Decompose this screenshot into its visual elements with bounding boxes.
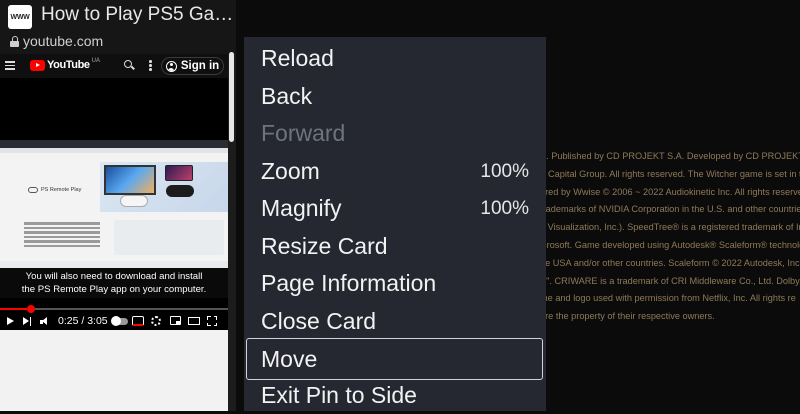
more-options-icon[interactable] — [149, 60, 152, 72]
fullscreen-icon[interactable] — [207, 316, 217, 326]
legal-line: me and logo used with permission from Ne… — [540, 293, 796, 304]
play-icon[interactable] — [7, 317, 14, 325]
hamburger-menu-icon[interactable] — [5, 61, 15, 70]
menu-item-label: Close Card — [261, 308, 377, 334]
diagram-image — [114, 220, 224, 255]
menu-item-move[interactable]: Move — [246, 338, 543, 380]
menu-item-zoom[interactable]: Zoom 100% — [244, 153, 546, 190]
time-display: 0:25 / 3:05 — [58, 315, 108, 327]
legal-line: trademarks of NVIDIA Corporation in the … — [540, 204, 800, 215]
menu-item-label: Magnify — [261, 195, 342, 221]
next-icon[interactable] — [23, 317, 32, 326]
theater-mode-icon[interactable] — [188, 317, 200, 325]
youtube-play-icon — [30, 59, 45, 71]
card-options-menu: Reload Back Forward Zoom 100% Magnify 10… — [244, 37, 546, 411]
legal-line: T Capital Group. All rights reserved. Th… — [540, 168, 800, 179]
card-header: WWW How to Play PS5 Ga… youtube.com — [0, 0, 236, 54]
video-player[interactable]: PS Remote Play You will also need to dow… — [0, 78, 228, 330]
video-frame: PS Remote Play — [0, 140, 228, 270]
menu-item-reload[interactable]: Reload — [244, 40, 546, 77]
gamepad-icon — [28, 187, 38, 193]
zoom-value: 100% — [480, 160, 529, 182]
legal-line: a Visualization, Inc.). SpeedTree® is a … — [540, 222, 800, 233]
progress-bar[interactable] — [0, 305, 228, 313]
youtube-wordmark: YouTube — [47, 59, 90, 71]
menu-item-label: Move — [261, 345, 318, 372]
region-code: UA — [91, 58, 100, 64]
legal-line: ered by Wwise © 2006 ~ 2022 Audiokinetic… — [540, 186, 800, 197]
youtube-header: YouTube UA Sign in — [0, 54, 228, 78]
remote-play-heading: PS Remote Play — [28, 187, 81, 193]
legal-line: he USA and/or other countries. Scaleform… — [540, 257, 800, 268]
menu-item-magnify[interactable]: Magnify 100% — [244, 190, 546, 227]
menu-item-label: Zoom — [261, 158, 320, 184]
menu-item-label: Reload — [261, 45, 334, 71]
legal-line: icrosoft. Game developed using Autodesk®… — [540, 239, 800, 250]
sign-in-label: Sign in — [180, 60, 220, 72]
white-controller-image — [120, 195, 148, 207]
magnify-value: 100% — [480, 197, 529, 219]
phone-image — [165, 165, 193, 181]
legal-line: are the property of their respective own… — [540, 311, 715, 322]
menu-item-back[interactable]: Back — [244, 78, 546, 115]
player-controls: 0:25 / 3:05 — [0, 314, 228, 330]
url-text: youtube.com — [23, 33, 104, 49]
page-content-below — [0, 330, 228, 411]
menu-item-page-information[interactable]: Page Information — [244, 265, 546, 302]
card-title: How to Play PS5 Ga… — [41, 4, 231, 25]
menu-item-forward: Forward — [244, 115, 546, 152]
user-circle-icon — [165, 60, 177, 72]
volume-icon[interactable] — [40, 317, 49, 326]
menu-item-label: Page Information — [261, 270, 437, 296]
caption-line: the PS Remote Play app on your computer. — [21, 283, 207, 295]
gear-icon[interactable] — [151, 316, 161, 326]
caption-line: You will also need to download and insta… — [25, 271, 203, 282]
menu-item-label: Exit Pin to Side — [261, 382, 417, 408]
legal-line: E". CRIWARE is a trademark of CRI Middle… — [540, 275, 800, 286]
web-icon: WWW — [8, 5, 32, 29]
menu-item-close-card[interactable]: Close Card — [244, 303, 546, 340]
card-url: youtube.com — [10, 33, 103, 49]
youtube-logo[interactable]: YouTube UA — [30, 58, 100, 71]
progress-scrubber[interactable] — [26, 305, 35, 313]
menu-item-label: Back — [261, 83, 313, 109]
autoplay-toggle[interactable] — [111, 316, 128, 326]
video-caption: You will also need to download and insta… — [0, 268, 228, 298]
legal-line: A. Published by CD PROJEKT S.A. Develope… — [540, 151, 800, 161]
menu-item-label: Forward — [261, 120, 346, 146]
captions-icon[interactable] — [132, 316, 144, 326]
scrollbar-thumb[interactable] — [229, 52, 234, 142]
sign-in-button[interactable]: Sign in — [161, 57, 224, 75]
menu-item-label: Resize Card — [261, 233, 388, 259]
background-legal-text: A. Published by CD PROJEKT S.A. Develope… — [540, 148, 800, 326]
search-icon[interactable] — [124, 60, 135, 71]
pinned-web-card[interactable]: WWW How to Play PS5 Ga… youtube.com YouT… — [0, 0, 236, 411]
menu-item-resize-card[interactable]: Resize Card — [244, 228, 546, 265]
black-controller-image — [166, 185, 194, 197]
miniplayer-icon[interactable] — [170, 316, 181, 325]
menu-item-exit-pin-to-side[interactable]: Exit Pin to Side — [244, 377, 546, 414]
lock-icon — [10, 35, 19, 47]
laptop-image — [104, 165, 156, 195]
